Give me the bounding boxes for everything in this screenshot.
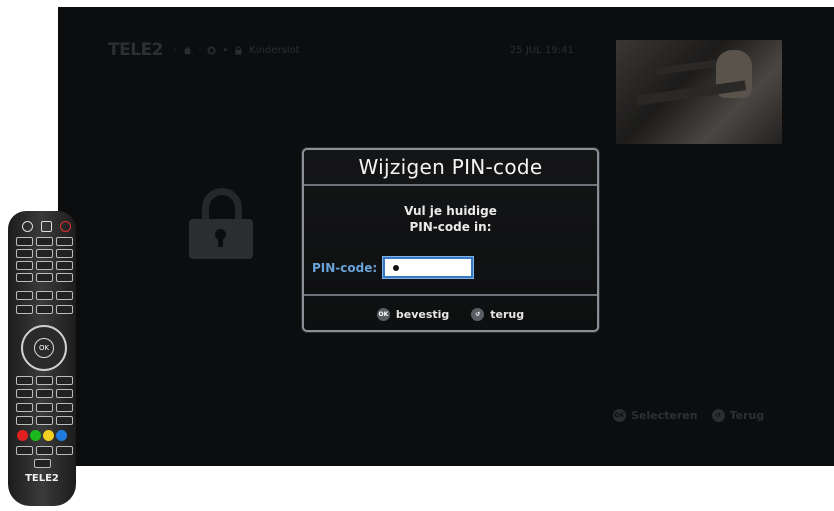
remote-key[interactable] [16,305,33,314]
confirm-button[interactable]: OK bevestig [376,307,450,321]
remote-key[interactable] [16,446,33,455]
remote-function-row [16,376,73,385]
separator: · [198,45,202,56]
select-hint: OK Selecteren [613,409,698,422]
ok-key-icon: OK [376,307,390,321]
remote-key[interactable] [16,389,33,398]
remote-key[interactable] [16,291,33,300]
message-line-1: Vul je huidige [404,204,497,218]
ok-key-icon: OK [613,409,626,422]
remote-volume-row [16,291,73,300]
remote-key[interactable] [56,249,73,258]
remote-key[interactable] [16,249,33,258]
remote-key[interactable] [56,403,73,412]
remote-key[interactable] [36,305,53,314]
power-icon[interactable] [60,221,71,232]
remote-number-row [16,261,73,270]
date-time: 25 JUL 19:41 [510,45,574,56]
confirm-label: bevestig [395,307,450,321]
remote-number-row [16,249,73,258]
blue-key[interactable] [56,430,67,441]
remote-key[interactable] [36,446,53,455]
remote-key[interactable] [56,305,73,314]
back-hint: ↺ Terug [711,409,765,422]
lock-icon [235,46,242,55]
back-label: terug [490,307,525,321]
bottom-hints: OK Selecteren ↺ Terug [613,409,764,422]
pin-digit-dot [393,265,400,271]
home-icon [184,46,192,55]
yellow-key[interactable] [43,430,54,441]
remote-bottom-row [16,446,73,455]
remote-key[interactable] [36,291,53,300]
remote-color-keys [17,430,67,441]
remote-key[interactable] [36,249,53,258]
tv-screen: TELE2 · · • Kinderslot 25 JUL 19:41 Wijz… [58,7,834,466]
remote-key[interactable] [56,261,73,270]
remote-key[interactable] [16,416,33,425]
remote-top-row [22,221,71,232]
remote-number-row [16,273,73,282]
remote-function-row [16,389,73,398]
breadcrumb-current: Kinderslot [249,45,300,56]
remote-playback-row [16,403,73,412]
remote-number-row [16,237,73,246]
top-bar: TELE2 · · • Kinderslot 25 JUL 19:41 [58,7,834,144]
remote-key[interactable] [36,237,53,246]
remote-control: OK TELE2 [8,211,76,506]
dialog-message: Vul je huidige PIN-code in: [304,203,597,235]
remote-key[interactable] [36,376,53,385]
select-hint-label: Selecteren [631,409,698,422]
remote-key[interactable] [34,459,51,468]
preview-detail [655,59,717,76]
remote-key[interactable] [56,446,73,455]
dialog-title: Wijzigen PIN-code [304,150,597,186]
red-key[interactable] [17,430,28,441]
remote-key[interactable] [56,273,73,282]
remote-bottom-row [34,459,51,468]
change-pin-dialog: Wijzigen PIN-code Vul je huidige PIN-cod… [302,148,599,332]
remote-key[interactable] [56,237,73,246]
remote-tv-button[interactable] [41,221,52,232]
back-key-icon: ↺ [711,409,725,422]
remote-volume-row [16,305,73,314]
message-line-2: PIN-code in: [409,220,492,234]
remote-ok-button[interactable]: OK [34,338,54,358]
remote-key[interactable] [16,261,33,270]
remote-playback-row [16,416,73,425]
separator: • [222,45,229,56]
remote-key[interactable] [16,376,33,385]
pin-label: PIN-code: [312,260,378,275]
settings-icon [207,46,216,55]
remote-key[interactable] [56,389,73,398]
remote-key[interactable] [36,403,53,412]
remote-key[interactable] [36,416,53,425]
padlock-icon [189,188,253,266]
breadcrumb: · · • Kinderslot [174,45,300,56]
tele2-logo: TELE2 [108,40,163,60]
remote-key[interactable] [56,376,73,385]
remote-key[interactable] [56,416,73,425]
dialog-footer: OK bevestig ↺ terug [304,294,597,332]
remote-logo: TELE2 [25,473,59,484]
remote-key[interactable] [56,291,73,300]
remote-key[interactable] [36,273,53,282]
pin-row: PIN-code: [312,257,474,278]
remote-nav-wheel[interactable]: OK [21,325,67,371]
pin-input[interactable] [383,257,474,278]
remote-key[interactable] [36,261,53,270]
remote-help-button[interactable] [22,221,33,232]
green-key[interactable] [30,430,41,441]
back-button[interactable]: ↺ terug [471,307,525,321]
remote-key[interactable] [16,403,33,412]
back-key-icon: ↺ [471,307,485,321]
remote-key[interactable] [16,237,33,246]
remote-key[interactable] [36,389,53,398]
video-preview [616,40,782,144]
back-hint-label: Terug [729,409,765,422]
separator: · [174,45,178,56]
remote-key[interactable] [16,273,33,282]
